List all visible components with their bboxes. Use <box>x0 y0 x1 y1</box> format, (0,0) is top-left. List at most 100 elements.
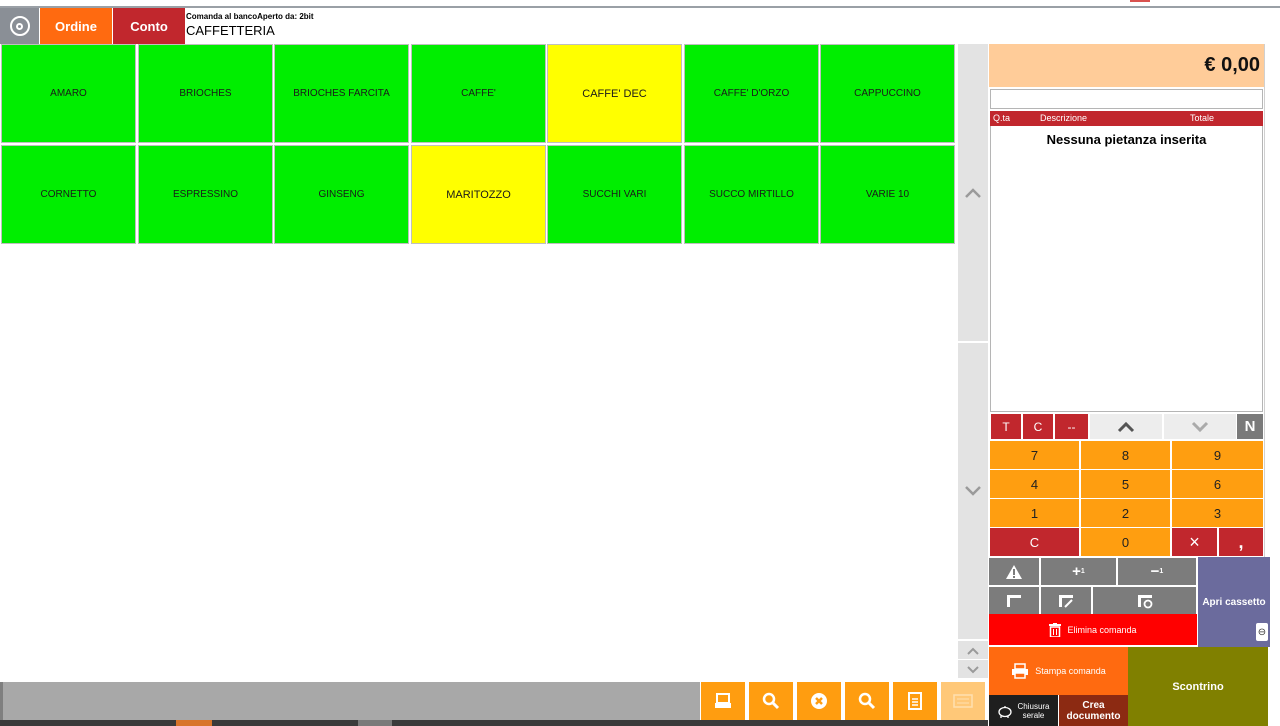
crea-line-2: documento <box>1066 710 1121 722</box>
menu-button[interactable] <box>0 8 40 44</box>
key-3[interactable]: 3 <box>1172 499 1263 527</box>
product-tile-maritozzo[interactable]: MARITOZZO <box>411 145 546 244</box>
product-tile-espressino[interactable]: ESPRESSINO <box>138 145 273 244</box>
column-description: Descrizione <box>1040 113 1088 123</box>
edit-icon <box>1059 594 1073 608</box>
order-info: Comanda al bancoAperto da: 2bit CAFFETTE… <box>186 12 314 40</box>
order-list-header: Q.ta Descrizione Totale <box>990 111 1263 126</box>
product-tile-brioches[interactable]: BRIOCHES <box>138 44 273 143</box>
product-tile-succhi-vari[interactable]: SUCCHI VARI <box>547 145 682 244</box>
key-6[interactable]: 6 <box>1172 470 1263 498</box>
right-panel-scrollbar[interactable] <box>1264 44 1280 644</box>
document-icon <box>908 692 922 710</box>
list-down-button[interactable] <box>1164 414 1236 439</box>
minus-superscript: 1 <box>1159 568 1164 575</box>
discount-icon <box>1137 594 1152 608</box>
product-tile-caffe[interactable]: CAFFE' <box>411 44 546 143</box>
edit-line-button[interactable] <box>1041 587 1091 614</box>
search-button[interactable] <box>749 682 795 720</box>
product-tile-cornetto[interactable]: CORNETTO <box>1 145 136 244</box>
small-scroll-up-button[interactable] <box>958 641 988 659</box>
plus-icon: + <box>1072 563 1081 580</box>
taskbar-strip <box>0 720 988 726</box>
trash-icon <box>1049 622 1062 637</box>
crea-documento-button[interactable]: Crea documento <box>1059 695 1128 726</box>
plus-one-button[interactable]: +1 <box>1041 558 1116 585</box>
product-tile-caffe-dorzo[interactable]: CAFFE' D'ORZO <box>684 44 819 143</box>
tab-conto[interactable]: Conto <box>113 8 185 44</box>
order-search-input[interactable] <box>990 89 1263 109</box>
taskbar-item[interactable] <box>358 720 392 726</box>
product-tile-varie-10[interactable]: VARIE 10 <box>820 145 955 244</box>
chevron-up-icon <box>967 647 979 655</box>
search-icon <box>762 692 780 710</box>
key-8[interactable]: 8 <box>1081 441 1170 469</box>
products-scroll-up-button[interactable] <box>958 44 988 341</box>
n-button[interactable]: N <box>1237 414 1263 439</box>
bottom-input-bar[interactable] <box>0 682 700 720</box>
chiusura-serale-button[interactable]: Chiusura serale <box>989 695 1058 726</box>
chiusura-serale-label: Chiusura serale <box>1017 702 1049 720</box>
line-format-button[interactable] <box>989 587 1039 614</box>
close-circle-icon <box>811 693 827 709</box>
minus-one-button[interactable]: −1 <box>1118 558 1196 585</box>
document-button[interactable] <box>893 682 939 720</box>
key-7[interactable]: 7 <box>990 441 1079 469</box>
small-scroll-down-button[interactable] <box>958 660 988 678</box>
elimina-comanda-label: Elimina comanda <box>1067 624 1137 635</box>
key-multiply[interactable]: × <box>1172 528 1217 556</box>
list-up-button[interactable] <box>1090 414 1162 439</box>
chevron-down-icon <box>965 486 981 496</box>
column-qty: Q.ta <box>993 113 1011 123</box>
product-tile-succo-mirtillo[interactable]: SUCCO MIRTILLO <box>684 145 819 244</box>
key-comma[interactable]: , <box>1219 528 1263 556</box>
taskbar-item[interactable] <box>176 720 212 726</box>
key-5[interactable]: 5 <box>1081 470 1170 498</box>
discount-line-button[interactable] <box>1093 587 1196 614</box>
key-2[interactable]: 2 <box>1081 499 1170 527</box>
chevron-down-icon <box>1191 421 1209 432</box>
product-tile-amaro[interactable]: AMARO <box>1 44 136 143</box>
dash-button[interactable]: -- <box>1055 414 1088 439</box>
chiusura-line-1: Chiusura <box>1017 701 1050 711</box>
printer-icon <box>715 693 731 708</box>
pos-app: Ordine Conto Comanda al bancoAperto da: … <box>0 0 1280 726</box>
crea-line-1: Crea <box>1082 699 1105 711</box>
tab-ordine[interactable]: Ordine <box>40 8 112 44</box>
window-top-marker <box>1130 0 1150 2</box>
key-0[interactable]: 0 <box>1081 528 1170 556</box>
piggy-bank-icon <box>998 705 1013 718</box>
search-alt-button[interactable] <box>845 682 891 720</box>
key-1[interactable]: 1 <box>990 499 1079 527</box>
stampa-comanda-button[interactable]: Stampa comanda <box>989 647 1128 695</box>
window-top-edge <box>0 0 1280 8</box>
products-scroll-down-button[interactable] <box>958 343 988 639</box>
collapse-panel-button[interactable]: ⊖ <box>1255 622 1269 642</box>
product-tile-brioches-farcita[interactable]: BRIOCHES FARCITA <box>274 44 409 143</box>
clear-button[interactable] <box>797 682 843 720</box>
keyboard-button[interactable] <box>941 682 987 720</box>
t-button[interactable]: T <box>991 414 1021 439</box>
key-9[interactable]: 9 <box>1172 441 1263 469</box>
chevron-down-icon <box>967 665 979 673</box>
product-tile-ginseng[interactable]: GINSENG <box>274 145 409 244</box>
product-tile-cappuccino[interactable]: CAPPUCCINO <box>820 44 955 143</box>
warning-button[interactable] <box>989 558 1039 585</box>
printer-button[interactable] <box>701 682 747 720</box>
order-list[interactable]: Nessuna pietanza inserita <box>990 126 1263 412</box>
minus-icon: − <box>1150 563 1160 580</box>
keyboard-icon <box>953 694 973 708</box>
crea-documento-label: Crea documento <box>1067 700 1121 722</box>
minus-circle-icon: ⊖ <box>1257 626 1267 638</box>
product-tile-caffe-dec[interactable]: CAFFE' DEC <box>547 44 682 143</box>
c-button[interactable]: C <box>1023 414 1053 439</box>
column-total: Totale <box>1190 113 1215 123</box>
order-info-line: Comanda al bancoAperto da: 2bit <box>186 12 314 21</box>
search-icon <box>858 692 876 710</box>
plus-superscript: 1 <box>1080 568 1085 575</box>
key-4[interactable]: 4 <box>990 470 1079 498</box>
scontrino-button[interactable]: Scontrino <box>1128 647 1268 726</box>
target-icon <box>9 16 30 36</box>
key-clear[interactable]: C <box>990 528 1079 556</box>
elimina-comanda-button[interactable]: Elimina comanda <box>989 614 1197 645</box>
